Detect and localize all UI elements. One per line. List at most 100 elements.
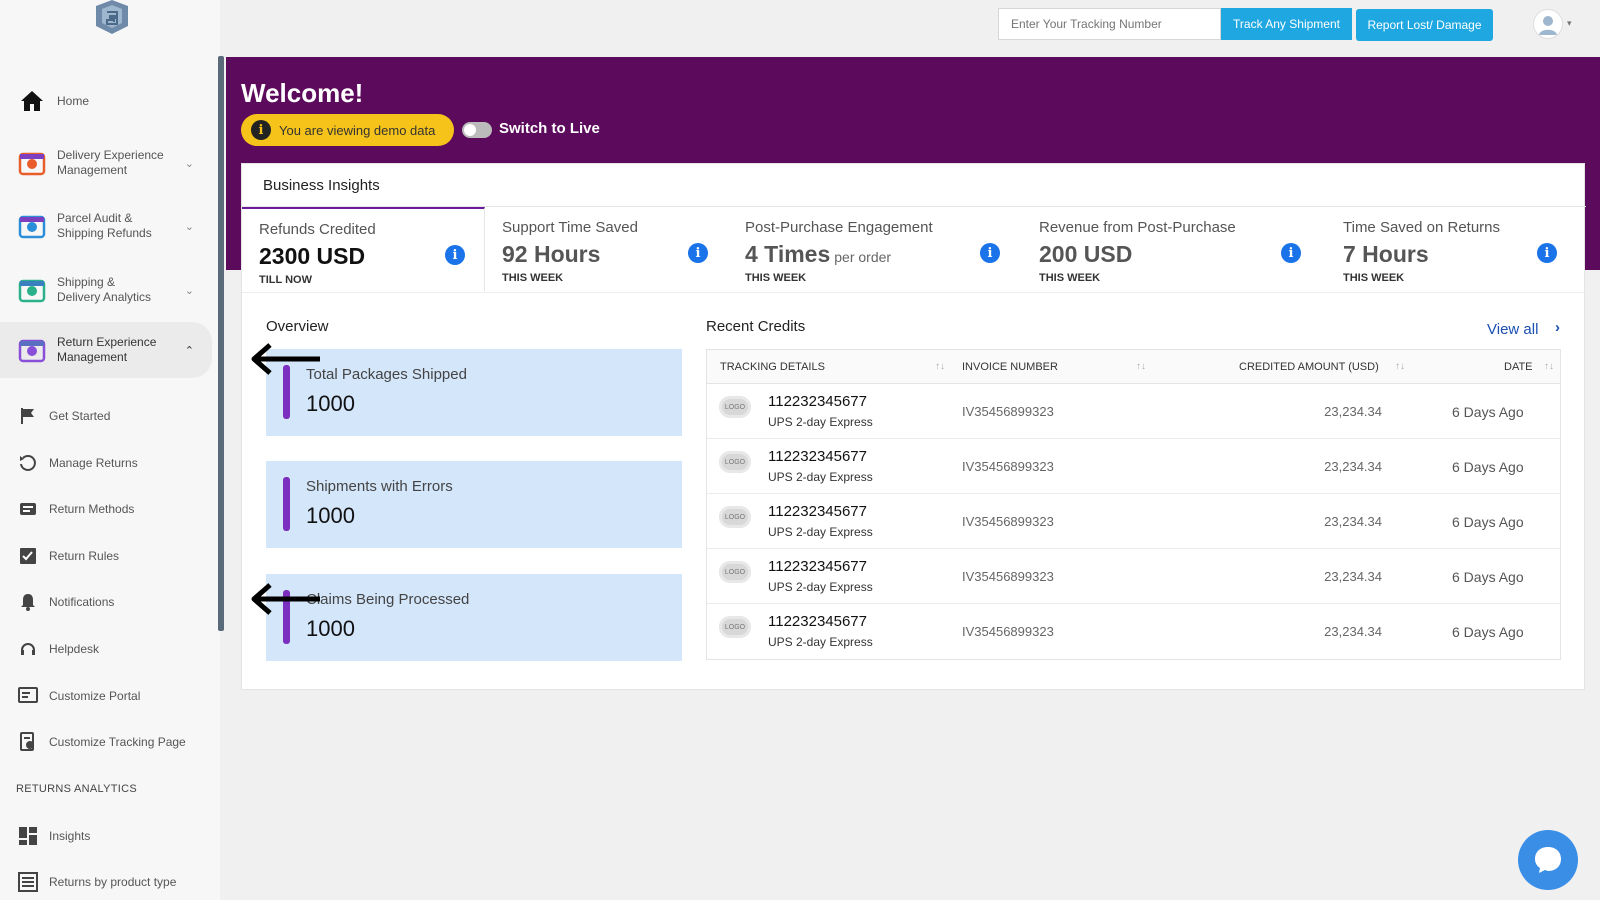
info-icon[interactable]: i bbox=[445, 245, 465, 265]
header-amount[interactable]: CREDITED AMOUNT (USD) bbox=[1239, 361, 1379, 373]
sidebar-item-return-rules[interactable]: Return Rules bbox=[0, 539, 212, 573]
carrier-service: UPS 2-day Express bbox=[768, 470, 873, 484]
sort-icon[interactable]: ↑↓ bbox=[1544, 361, 1554, 372]
header-invoice[interactable]: INVOICE NUMBER bbox=[962, 361, 1058, 373]
chevron-right-icon[interactable]: › bbox=[1555, 319, 1560, 336]
sidebar-item-label: Delivery Experience Management bbox=[57, 148, 164, 177]
table-row[interactable]: LOGO 112232345677 UPS 2-day Express IV35… bbox=[707, 604, 1560, 659]
table-row[interactable]: LOGO 112232345677 UPS 2-day Express IV35… bbox=[707, 384, 1560, 439]
sidebar-item-return-experience[interactable]: Return Experience Management ⌃ bbox=[0, 322, 212, 378]
kpi-support-time-saved[interactable]: Support Time Saved 92 Hours THIS WEEK i bbox=[485, 207, 728, 291]
caret-down-icon[interactable]: ▾ bbox=[1567, 18, 1572, 29]
invoice-number: IV35456899323 bbox=[962, 404, 1054, 419]
carrier-logo: LOGO bbox=[719, 396, 751, 418]
invoice-number: IV35456899323 bbox=[962, 514, 1054, 529]
sidebar-item-customize-tracking[interactable]: Customize Tracking Page bbox=[0, 725, 212, 759]
sidebar-item-label: Customize Portal bbox=[49, 689, 141, 703]
sidebar-item-delivery-experience[interactable]: Delivery Experience Management ⌄ bbox=[0, 146, 212, 180]
sidebar-item-label: Return Experience Management bbox=[57, 335, 157, 364]
info-icon[interactable]: i bbox=[980, 243, 1000, 263]
user-avatar[interactable] bbox=[1533, 9, 1563, 39]
credited-amount: 23,234.34 bbox=[1324, 459, 1382, 474]
sidebar-item-label: Shipping & Delivery Analytics bbox=[57, 275, 152, 304]
switch-to-live-label[interactable]: Switch to Live bbox=[499, 120, 600, 137]
sidebar-scrollbar[interactable] bbox=[218, 56, 224, 631]
demo-data-badge: i You are viewing demo data bbox=[241, 114, 454, 146]
parcel-audit-icon bbox=[17, 211, 47, 241]
business-insights-title: Business Insights bbox=[263, 177, 380, 194]
sidebar-item-insights[interactable]: Insights bbox=[0, 819, 212, 853]
sidebar-item-manage-returns[interactable]: Manage Returns bbox=[0, 446, 212, 480]
divider bbox=[242, 292, 1586, 293]
sidebar-item-label: Parcel Audit & Shipping Refunds bbox=[57, 211, 152, 240]
sidebar-item-returns-by-product[interactable]: Returns by product type bbox=[0, 865, 212, 899]
info-icon[interactable]: i bbox=[1281, 243, 1301, 263]
sort-icon[interactable]: ↑↓ bbox=[1136, 361, 1146, 372]
kpi-post-purchase-engagement[interactable]: Post-Purchase Engagement 4 Times per orde… bbox=[728, 207, 1022, 291]
report-lost-damage-button[interactable]: Report Lost/ Damage bbox=[1356, 9, 1493, 41]
kpi-time-saved-returns[interactable]: Time Saved on Returns 7 Hours THIS WEEK … bbox=[1326, 207, 1585, 291]
credited-amount: 23,234.34 bbox=[1324, 404, 1382, 419]
track-shipment-button[interactable]: Track Any Shipment bbox=[1221, 8, 1352, 40]
tracking-number: 112232345677 bbox=[768, 393, 867, 410]
stat-value: 1000 bbox=[306, 616, 355, 641]
shipping-analytics-icon bbox=[17, 275, 47, 305]
live-mode-toggle[interactable] bbox=[462, 122, 492, 138]
kpi-name: Time Saved on Returns bbox=[1343, 219, 1501, 236]
sidebar-item-helpdesk[interactable]: Helpdesk bbox=[0, 632, 212, 666]
demo-notice-text: You are viewing demo data bbox=[279, 122, 436, 138]
kpi-name: Support Time Saved bbox=[502, 219, 638, 236]
stat-shipments-errors[interactable]: Shipments with Errors 1000 bbox=[266, 461, 682, 548]
view-all-link[interactable]: View all bbox=[1487, 321, 1538, 338]
sort-icon[interactable]: ↑↓ bbox=[935, 361, 945, 372]
carrier-logo: LOGO bbox=[719, 561, 751, 583]
sidebar-item-parcel-audit[interactable]: Parcel Audit & Shipping Refunds ⌄ bbox=[0, 209, 212, 243]
credited-amount: 23,234.34 bbox=[1324, 624, 1382, 639]
header-tracking[interactable]: TRACKING DETAILS bbox=[720, 361, 825, 373]
credited-amount: 23,234.34 bbox=[1324, 514, 1382, 529]
sidebar-item-label: Notifications bbox=[49, 595, 115, 609]
credit-date: 6 Days Ago bbox=[1452, 624, 1524, 640]
stat-total-packages[interactable]: Total Packages Shipped 1000 bbox=[266, 349, 682, 436]
carrier-service: UPS 2-day Express bbox=[768, 580, 873, 594]
header-date[interactable]: DATE bbox=[1504, 361, 1533, 373]
sidebar-item-customize-portal[interactable]: Customize Portal bbox=[0, 679, 212, 713]
table-row[interactable]: LOGO 112232345677 UPS 2-day Express IV35… bbox=[707, 439, 1560, 494]
app-logo[interactable] bbox=[92, 0, 132, 34]
kpi-revenue-post-purchase[interactable]: Revenue from Post-Purchase 200 USD THIS … bbox=[1022, 207, 1326, 291]
stat-claims-processed[interactable]: Claims Being Processed 1000 bbox=[266, 574, 682, 661]
sidebar-item-shipping-analytics[interactable]: Shipping & Delivery Analytics ⌄ bbox=[0, 273, 212, 307]
overview-title: Overview bbox=[266, 318, 329, 335]
stat-value: 1000 bbox=[306, 503, 355, 528]
portal-icon bbox=[17, 685, 39, 707]
sidebar-item-home[interactable]: Home bbox=[0, 86, 212, 116]
sidebar-item-label: Home bbox=[57, 93, 90, 108]
flag-icon bbox=[17, 405, 39, 427]
sidebar-item-return-methods[interactable]: Return Methods bbox=[0, 492, 212, 526]
info-icon[interactable]: i bbox=[1537, 243, 1557, 263]
table-row[interactable]: LOGO 112232345677 UPS 2-day Express IV35… bbox=[707, 494, 1560, 549]
carrier-logo: LOGO bbox=[719, 616, 751, 638]
bell-icon bbox=[17, 591, 39, 613]
sidebar-item-get-started[interactable]: Get Started bbox=[0, 399, 212, 433]
table-row[interactable]: LOGO 112232345677 UPS 2-day Express IV35… bbox=[707, 549, 1560, 604]
kpi-name: Post-Purchase Engagement bbox=[745, 219, 933, 236]
sidebar-item-label: Return Rules bbox=[49, 549, 120, 563]
sidebar-item-label: Insights bbox=[49, 829, 91, 843]
credit-date: 6 Days Ago bbox=[1452, 514, 1524, 530]
sidebar-item-label: Manage Returns bbox=[49, 456, 138, 470]
kpi-refunds-credited[interactable]: Refunds Credited 2300 USD TILL NOW i bbox=[242, 207, 485, 291]
kpi-period: TILL NOW bbox=[259, 274, 312, 286]
stat-label: Total Packages Shipped bbox=[306, 366, 467, 383]
user-icon bbox=[1539, 16, 1557, 35]
headset-icon bbox=[17, 638, 39, 660]
kpi-name: Revenue from Post-Purchase bbox=[1039, 219, 1236, 236]
chat-button[interactable] bbox=[1518, 830, 1578, 890]
sidebar-item-notifications[interactable]: Notifications bbox=[0, 585, 212, 619]
tracking-number-input[interactable] bbox=[998, 8, 1221, 40]
kpi-suffix: per order bbox=[834, 249, 892, 265]
sort-icon[interactable]: ↑↓ bbox=[1395, 361, 1405, 372]
invoice-number: IV35456899323 bbox=[962, 459, 1054, 474]
kpi-period: THIS WEEK bbox=[1039, 272, 1101, 284]
info-icon[interactable]: i bbox=[688, 243, 708, 263]
